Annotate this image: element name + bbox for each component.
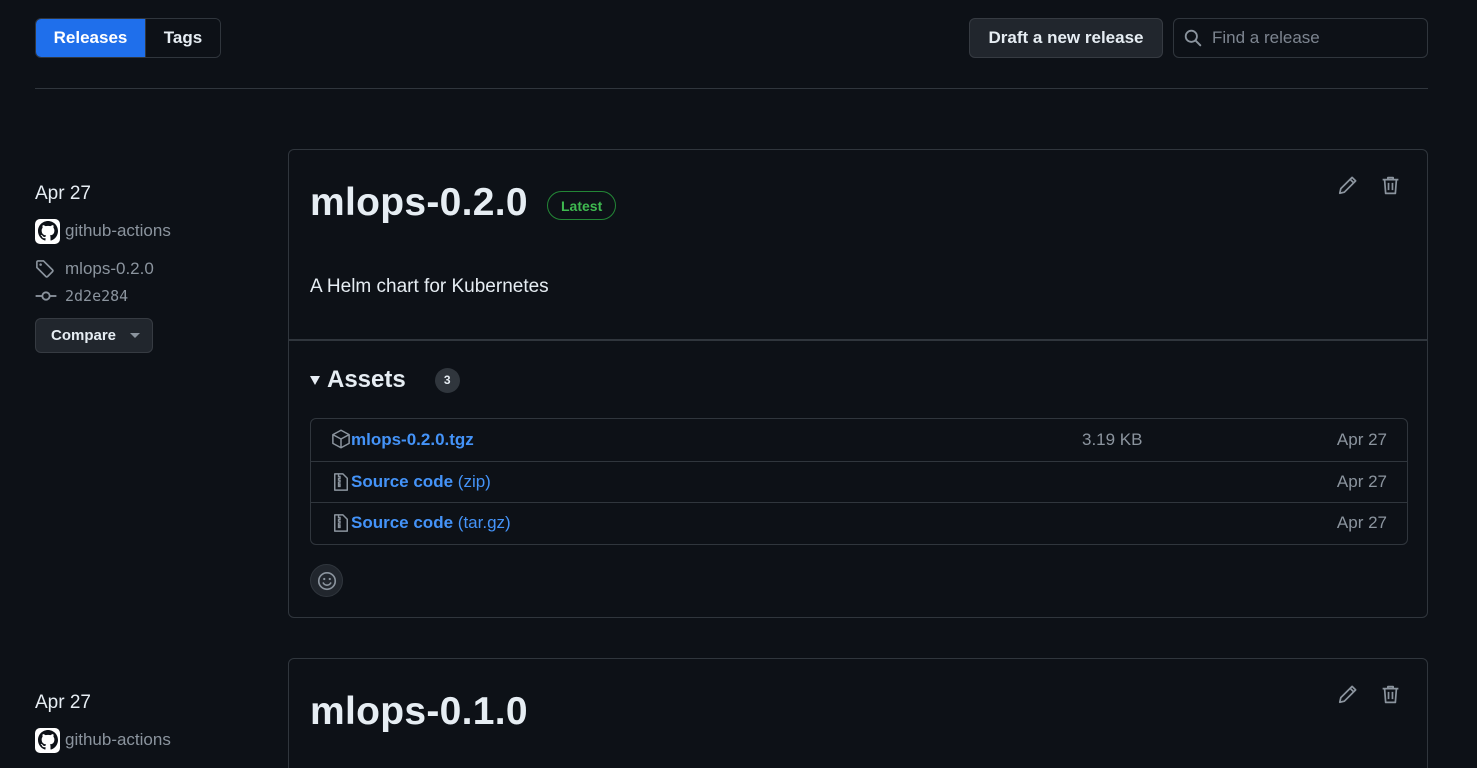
assets-label: Assets [327, 366, 406, 393]
release-commit[interactable]: 2d2e284 [35, 283, 265, 309]
triangle-down-icon [310, 375, 320, 385]
assets-count-badge: 3 [434, 367, 460, 393]
github-avatar-icon [35, 218, 60, 244]
asset-link[interactable]: Source code (tar.gz) [351, 513, 511, 533]
release-tag[interactable]: mlops-0.2.0 [35, 256, 265, 282]
find-release-input[interactable] [1212, 28, 1412, 48]
asset-date: Apr 27 [1336, 471, 1387, 491]
asset-link[interactable]: Source code (zip) [351, 472, 491, 492]
trash-icon[interactable] [1380, 175, 1401, 196]
release-author[interactable]: github-actions [35, 727, 265, 753]
caret-down-icon [130, 333, 141, 338]
pencil-icon[interactable] [1337, 684, 1358, 705]
latest-badge: Latest [547, 191, 617, 220]
package-icon [332, 429, 350, 449]
release-title[interactable]: mlops-0.1.0 [310, 690, 528, 734]
release-date: Apr 27 [35, 692, 91, 713]
asset-name[interactable]: Source code [351, 513, 453, 532]
asset-format[interactable]: (tar.gz) [458, 513, 511, 532]
tab-releases[interactable]: Releases [36, 19, 145, 57]
asset-format[interactable]: (zip) [458, 472, 491, 491]
release-actions [1337, 684, 1401, 705]
tag-icon [36, 260, 54, 278]
commit-sha[interactable]: 2d2e284 [65, 287, 128, 305]
assets-list: mlops-0.2.0.tgz 3.19 KB Apr 27 Source co… [310, 418, 1408, 545]
github-avatar-icon [35, 727, 60, 753]
add-reaction-button[interactable] [310, 564, 343, 597]
tag-name[interactable]: mlops-0.2.0 [65, 259, 154, 279]
asset-row: Source code (tar.gz) Apr 27 [311, 502, 1407, 544]
asset-name[interactable]: mlops-0.2.0.tgz [351, 430, 474, 449]
card-divider [289, 339, 1427, 341]
release-title[interactable]: mlops-0.2.0 [310, 181, 528, 225]
release-description: A Helm chart for Kubernetes [310, 276, 549, 297]
file-zip-icon [334, 472, 348, 491]
pencil-icon[interactable] [1337, 175, 1358, 196]
author-name[interactable]: github-actions [65, 221, 171, 241]
asset-link[interactable]: mlops-0.2.0.tgz [351, 430, 474, 450]
asset-row: mlops-0.2.0.tgz 3.19 KB Apr 27 [311, 419, 1407, 461]
assets-toggle[interactable]: Assets 3 [310, 366, 460, 394]
asset-size: 3.19 KB [1082, 429, 1143, 449]
asset-name[interactable]: Source code [351, 472, 453, 491]
release-author[interactable]: github-actions [35, 218, 265, 244]
compare-label: Compare [51, 327, 117, 344]
releases-toolbar: Releases Tags Draft a new release [35, 18, 1428, 58]
release-actions [1337, 175, 1401, 196]
asset-date: Apr 27 [1336, 429, 1387, 449]
trash-icon[interactable] [1380, 684, 1401, 705]
release-meta: Apr 27 github-actions mlops-0.2.0 2d2e28… [35, 183, 265, 353]
release-date: Apr 27 [35, 183, 91, 204]
tab-tags[interactable]: Tags [145, 19, 220, 57]
author-name[interactable]: github-actions [65, 730, 171, 750]
release-card: mlops-0.2.0 Latest A Helm chart for Kube… [288, 149, 1428, 618]
smiley-icon [317, 571, 336, 590]
release-meta: Apr 27 github-actions [35, 692, 265, 753]
releases-tags-toggle: Releases Tags [35, 18, 221, 58]
compare-button[interactable]: Compare [35, 318, 153, 353]
asset-date: Apr 27 [1336, 513, 1387, 533]
header-divider [35, 88, 1428, 89]
asset-row: Source code (zip) Apr 27 [311, 460, 1407, 503]
commit-icon [35, 291, 57, 301]
search-icon [1184, 29, 1202, 47]
draft-new-release-button[interactable]: Draft a new release [969, 18, 1163, 58]
find-release-search[interactable] [1173, 18, 1428, 58]
file-zip-icon [334, 514, 348, 532]
release-card: mlops-0.1.0 [288, 658, 1428, 768]
